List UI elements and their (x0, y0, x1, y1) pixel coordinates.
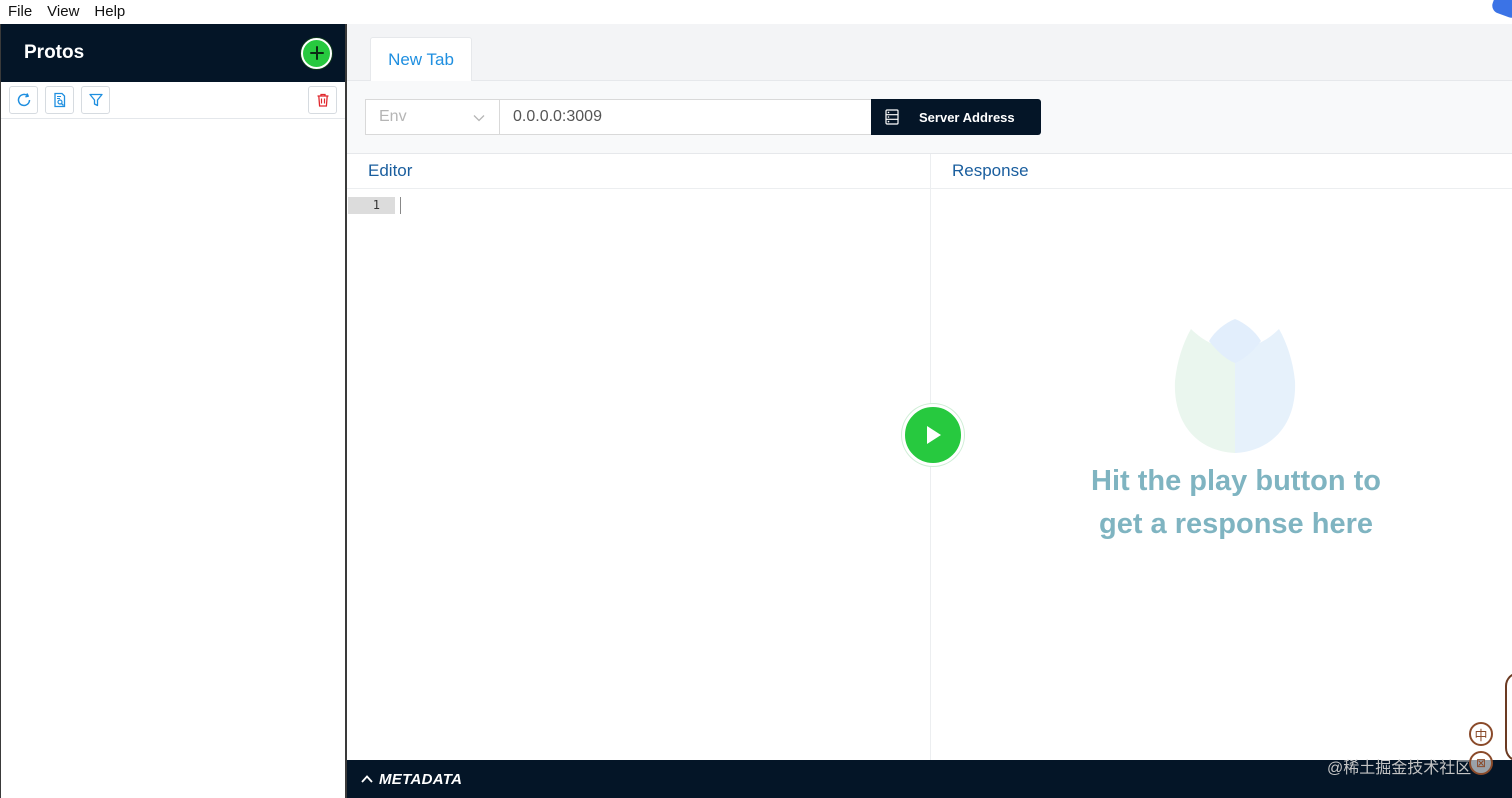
sidebar-toolbar (1, 82, 345, 119)
env-select[interactable]: Env (365, 99, 500, 135)
sidebar-title: Protos (24, 42, 85, 63)
mascot-outline (1505, 672, 1512, 762)
env-placeholder: Env (379, 108, 407, 125)
file-search-icon (53, 92, 65, 108)
plus-icon (309, 46, 324, 60)
editor-header: Editor (347, 154, 930, 189)
reload-button[interactable] (9, 86, 38, 114)
delete-icon (317, 93, 328, 107)
editor-line-number: 1 (372, 198, 380, 212)
filter-icon (88, 93, 103, 107)
reload-icon (17, 93, 30, 107)
play-icon (927, 426, 941, 444)
add-proto-button[interactable] (301, 37, 332, 69)
tab-new-tab[interactable]: New Tab (370, 37, 472, 82)
mascot-button-chinese[interactable]: 中 (1469, 722, 1493, 746)
chevron-up-icon (361, 775, 373, 783)
tulip-logo-icon (1174, 319, 1296, 453)
chevron-down-icon (473, 115, 485, 122)
menu-bar: File View Help (0, 0, 1512, 24)
play-button[interactable] (902, 404, 964, 466)
server-address-label: Server Address (919, 109, 1015, 125)
import-proto-button[interactable] (45, 86, 74, 114)
main-area: New Tab Env Server Address Editor R (347, 24, 1512, 798)
menu-view[interactable]: View (47, 0, 79, 24)
response-hint-text: Hit the play button to get a response he… (1091, 465, 1381, 540)
watermark-text: @稀土掘金技术社区 (1327, 760, 1472, 777)
editor-response-panes: Editor Response 1 Hit the play button to… (347, 154, 1512, 760)
protos-sidebar: Protos (0, 24, 347, 798)
editor-title: Editor (368, 161, 413, 180)
server-url-input[interactable] (500, 99, 872, 135)
editor-cursor[interactable] (400, 197, 401, 214)
filter-button[interactable] (81, 86, 110, 114)
server-address-button[interactable]: Server Address (871, 99, 1041, 135)
delete-all-button[interactable] (308, 86, 337, 114)
address-bar: Env Server Address (347, 81, 1512, 154)
response-title: Response (952, 161, 1029, 180)
metadata-label: METADATA (379, 770, 463, 788)
corner-decoration (1490, 0, 1512, 20)
tab-bar: New Tab (347, 24, 1512, 82)
tab-label: New Tab (388, 50, 454, 69)
server-icon (885, 109, 899, 125)
menu-help[interactable]: Help (94, 0, 125, 24)
response-header: Response (931, 154, 1512, 189)
mascot-button-close[interactable]: ⊠ (1469, 751, 1493, 775)
sidebar-header: Protos (1, 24, 345, 82)
menu-file[interactable]: File (8, 0, 32, 24)
